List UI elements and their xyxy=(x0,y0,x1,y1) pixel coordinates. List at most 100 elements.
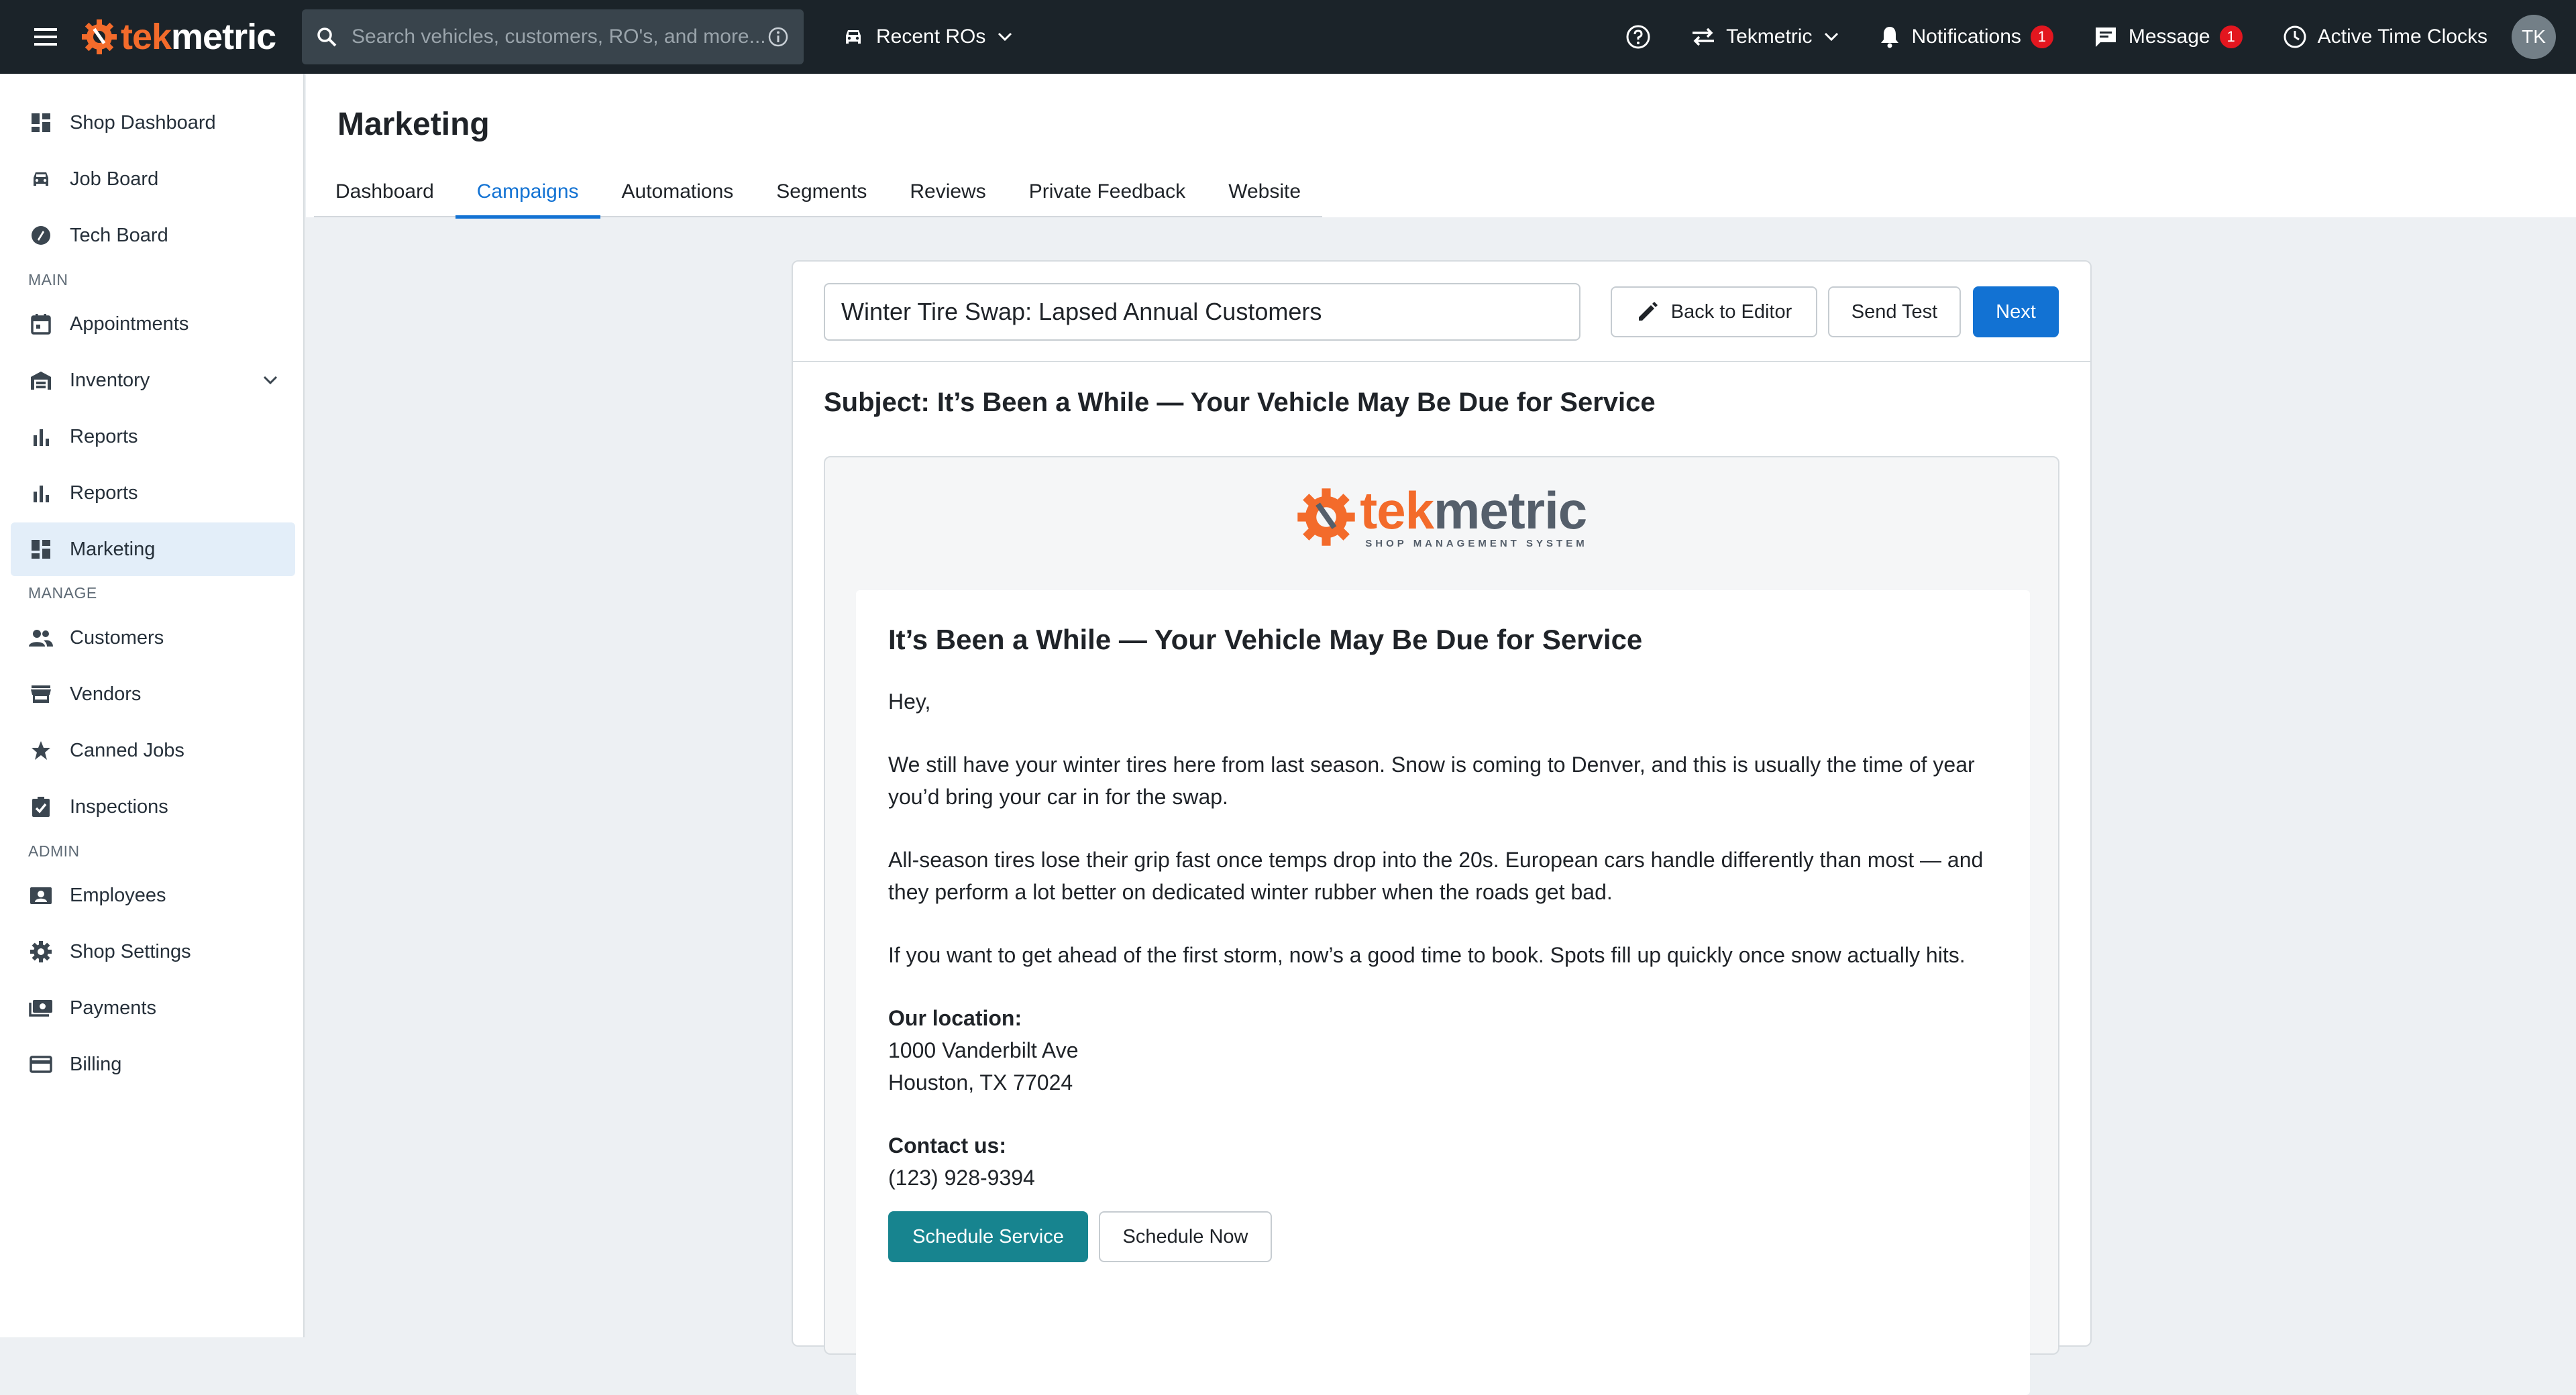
notifications-button[interactable]: Notifications 1 xyxy=(1879,25,2053,49)
campaign-name-field[interactable]: Winter Tire Swap: Lapsed Annual Customer… xyxy=(824,283,1580,341)
email-actions: Schedule Service Schedule Now xyxy=(888,1211,1998,1262)
schedule-service-button[interactable]: Schedule Service xyxy=(888,1211,1088,1262)
sidebar-item-label: Shop Settings xyxy=(70,940,191,962)
email-logo: tekmetric SHOP MANAGEMENT SYSTEM xyxy=(825,484,2058,549)
sidebar-item-label: Reports xyxy=(70,482,138,504)
gear-logo-icon xyxy=(1297,488,1355,546)
sidebar-item-label: Customers xyxy=(70,626,164,649)
email-heading: It’s Been a While — Your Vehicle May Be … xyxy=(888,624,1643,655)
sidebar-section-main: MAIN xyxy=(28,271,68,288)
bar-chart-icon xyxy=(28,424,54,449)
gauge-icon xyxy=(28,223,54,248)
store-icon xyxy=(28,681,54,707)
notifications-badge: 1 xyxy=(2030,25,2053,48)
address-line-2: Houston, TX 77024 xyxy=(888,1070,1073,1095)
sidebar-item-label: Vendors xyxy=(70,683,142,705)
user-avatar[interactable]: TK xyxy=(2512,15,2556,59)
sidebar-item-label: Marketing xyxy=(70,538,156,560)
tab-segments[interactable]: Segments xyxy=(755,168,888,216)
tab-website[interactable]: Website xyxy=(1207,168,1322,216)
badge-icon xyxy=(28,883,54,908)
dashboard-icon xyxy=(28,537,54,562)
sidebar-item-inspections[interactable]: Inspections xyxy=(11,780,295,834)
sidebar-item-employees[interactable]: Employees xyxy=(11,869,295,922)
email-preview: tekmetric SHOP MANAGEMENT SYSTEM It’s Be… xyxy=(824,456,2059,1395)
chevron-down-icon xyxy=(1825,32,1839,42)
sidebar-item-job-board[interactable]: Job Board xyxy=(11,152,295,206)
schedule-now-button[interactable]: Schedule Now xyxy=(1099,1211,1272,1262)
calendar-icon xyxy=(28,311,54,337)
sidebar-item-shop-dashboard[interactable]: Shop Dashboard xyxy=(11,96,295,150)
campaign-preview-card: Winter Tire Swap: Lapsed Annual Customer… xyxy=(792,260,2092,1395)
tab-campaigns[interactable]: Campaigns xyxy=(455,168,600,219)
page-header: Marketing Dashboard Campaigns Automation… xyxy=(306,74,2576,219)
search-input[interactable] xyxy=(352,25,767,48)
tab-reviews[interactable]: Reviews xyxy=(888,168,1007,216)
sidebar-item-label: Canned Jobs xyxy=(70,739,184,761)
sidebar-item-label: Inspections xyxy=(70,795,168,818)
sidebar-item-label: Payments xyxy=(70,997,156,1019)
card-divider xyxy=(793,361,2090,362)
next-label: Next xyxy=(1996,300,2036,323)
sidebar-item-billing[interactable]: Billing xyxy=(11,1038,295,1091)
location-label: Our location: xyxy=(888,1006,1022,1030)
help-icon xyxy=(1626,25,1650,49)
menu-icon[interactable] xyxy=(25,17,66,57)
info-icon[interactable] xyxy=(767,26,789,48)
email-body: It’s Been a While — Your Vehicle May Be … xyxy=(856,590,2030,1395)
sidebar-item-appointments[interactable]: Appointments xyxy=(11,297,295,351)
sidebar-item-payments[interactable]: Payments xyxy=(11,981,295,1035)
message-button[interactable]: Message 1 xyxy=(2094,25,2243,48)
bar-chart-icon xyxy=(28,480,54,506)
sidebar-item-label: Inventory xyxy=(70,369,150,391)
top-bar: tekmetric Recent ROs Tekmetric Notificat… xyxy=(0,0,2576,74)
people-icon xyxy=(28,625,54,651)
sidebar-item-canned-jobs[interactable]: Canned Jobs xyxy=(11,724,295,777)
send-test-button[interactable]: Send Test xyxy=(1828,286,1961,337)
top-right-nav: Tekmetric Notifications 1 Message 1 Acti… xyxy=(1625,0,2576,74)
sidebar-section-admin: ADMIN xyxy=(28,842,80,860)
email-paragraph-2: All-season tires lose their grip fast on… xyxy=(888,848,1984,904)
active-time-clocks-button[interactable]: Active Time Clocks xyxy=(2283,25,2487,49)
email-greeting: Hey, xyxy=(888,689,931,714)
sidebar-item-customers[interactable]: Customers xyxy=(11,611,295,665)
sidebar-section-manage: MANAGE xyxy=(28,584,97,602)
sidebar-item-reports[interactable]: Reports xyxy=(11,410,295,463)
tab-automations[interactable]: Automations xyxy=(600,168,755,216)
sidebar-item-shop-settings[interactable]: Shop Settings xyxy=(11,925,295,979)
email-paragraph-3: If you want to get ahead of the first st… xyxy=(888,943,1966,967)
warehouse-icon xyxy=(28,368,54,393)
star-icon xyxy=(28,738,54,763)
recent-ros-dropdown[interactable]: Recent ROs xyxy=(843,0,1012,74)
next-button[interactable]: Next xyxy=(1973,286,2059,337)
bell-icon xyxy=(1881,27,1899,48)
swap-icon xyxy=(1693,27,1715,46)
back-to-editor-label: Back to Editor xyxy=(1670,300,1792,323)
global-search[interactable] xyxy=(302,9,804,64)
back-to-editor-button[interactable]: Back to Editor xyxy=(1611,286,1817,337)
sidebar-item-reports-2[interactable]: Reports xyxy=(11,466,295,520)
chevron-down-icon[interactable] xyxy=(263,368,278,390)
sidebar-item-label: Tech Board xyxy=(70,224,168,246)
message-icon xyxy=(2095,27,2116,47)
contact-label: Contact us: xyxy=(888,1133,1006,1158)
tab-private-feedback[interactable]: Private Feedback xyxy=(1008,168,1207,216)
sidebar-item-inventory[interactable]: Inventory xyxy=(11,353,295,407)
shop-switcher[interactable]: Tekmetric xyxy=(1691,25,1839,48)
app-logo[interactable]: tekmetric xyxy=(80,0,276,74)
marketing-tabs: Dashboard Campaigns Automations Segments… xyxy=(314,168,1323,219)
tab-dashboard[interactable]: Dashboard xyxy=(314,168,455,216)
shop-name: Tekmetric xyxy=(1726,25,1813,48)
message-label: Message xyxy=(2128,25,2210,48)
chevron-down-icon xyxy=(998,32,1012,42)
gear-icon xyxy=(28,939,54,964)
message-badge: 1 xyxy=(2219,25,2243,48)
sidebar-item-marketing[interactable]: Marketing xyxy=(11,522,295,576)
car-icon xyxy=(28,166,54,192)
recent-ros-label: Recent ROs xyxy=(876,25,986,48)
sidebar-item-label: Appointments xyxy=(70,313,189,335)
sidebar-item-tech-board[interactable]: Tech Board xyxy=(11,209,295,262)
address-line-1: 1000 Vanderbilt Ave xyxy=(888,1038,1079,1062)
sidebar-item-vendors[interactable]: Vendors xyxy=(11,667,295,721)
help-button[interactable] xyxy=(1625,24,1651,50)
